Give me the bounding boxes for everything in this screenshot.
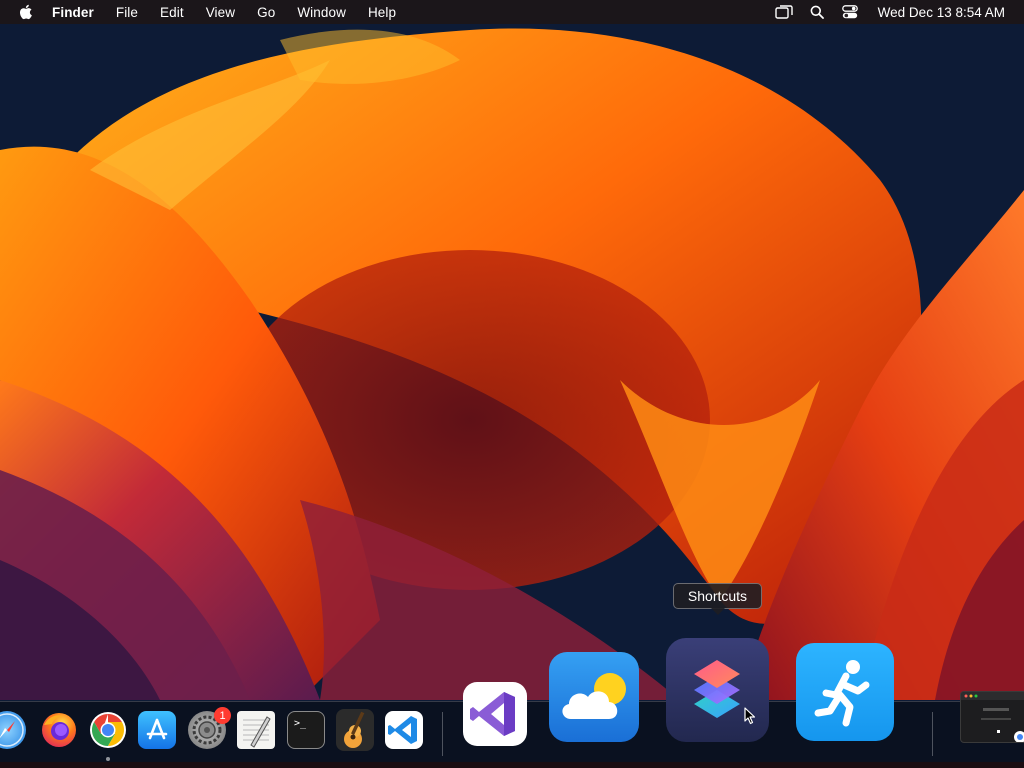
menu-view[interactable]: View xyxy=(206,5,235,20)
dock-app-textedit[interactable] xyxy=(237,711,275,749)
dock-separator-right xyxy=(932,712,933,756)
spotlight-search-icon[interactable] xyxy=(808,4,826,20)
vscode-icon xyxy=(388,716,417,744)
menu-go[interactable]: Go xyxy=(257,5,275,20)
dock-app-garageband[interactable] xyxy=(336,709,374,751)
dock-app-weather[interactable] xyxy=(549,652,639,742)
textedit-icon xyxy=(243,716,271,748)
firefox-icon xyxy=(42,713,76,747)
dock-minimized-window[interactable] xyxy=(960,691,1024,743)
dock-app-visual-studio[interactable] xyxy=(463,682,527,746)
menu-app-name[interactable]: Finder xyxy=(52,5,94,20)
dock-app-chrome[interactable] xyxy=(89,711,127,749)
notification-badge: 1 xyxy=(214,707,231,724)
terminal-icon: >_ xyxy=(294,718,307,729)
dock-bottom-edge xyxy=(0,762,1024,768)
menu-window[interactable]: Window xyxy=(297,5,346,20)
menu-help[interactable]: Help xyxy=(368,5,396,20)
garageband-icon xyxy=(344,711,365,748)
dock-app-firefox[interactable] xyxy=(40,711,78,749)
chrome-icon xyxy=(90,712,126,748)
apple-menu-icon[interactable] xyxy=(19,4,35,20)
app-store-icon xyxy=(146,718,168,740)
dock-app-vscode[interactable] xyxy=(385,711,423,749)
menu-file[interactable]: File xyxy=(116,5,138,20)
weather-icon xyxy=(562,673,626,719)
control-center-icon[interactable] xyxy=(841,4,859,20)
dock-app-app-store[interactable] xyxy=(138,711,176,749)
dock-app-fitness[interactable] xyxy=(796,643,894,741)
fitness-icon xyxy=(814,660,870,727)
mouse-pointer-icon xyxy=(744,707,756,730)
dock-app-terminal[interactable]: >_ xyxy=(287,711,325,749)
dock-tooltip: Shortcuts xyxy=(673,583,762,615)
visual-studio-icon xyxy=(470,692,515,736)
minimized-window-thumbnail xyxy=(961,692,1024,742)
menu-bar-clock[interactable]: Wed Dec 13 8:54 AM xyxy=(878,5,1005,20)
screen-mirroring-icon[interactable] xyxy=(774,4,793,20)
menu-bar: Finder File Edit View Go Window Help Wed… xyxy=(0,0,1024,24)
chrome-running-indicator xyxy=(106,757,110,761)
dock-separator xyxy=(442,712,443,756)
menu-edit[interactable]: Edit xyxy=(160,5,184,20)
